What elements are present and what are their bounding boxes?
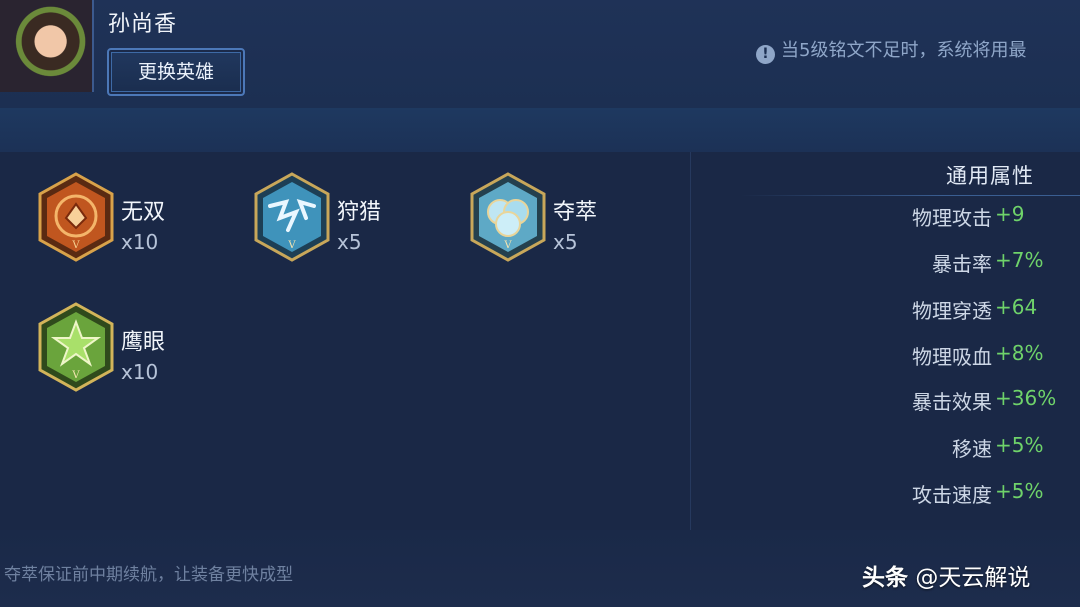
rune-name: 夺萃	[553, 200, 598, 225]
rune-tip: 夺萃保证前中期续航，让装备更快成型	[4, 565, 293, 585]
rune-name: 狩猎	[337, 200, 382, 225]
watermark-brand: 头条	[862, 565, 908, 591]
notice-text: 当5级铭文不足时，系统将用最	[781, 40, 1027, 61]
svg-text:V: V	[503, 240, 512, 251]
attribute-label: 物理穿透	[912, 299, 992, 323]
rune-count: x10	[121, 230, 159, 254]
svg-text:V: V	[71, 370, 80, 381]
attribute-value: +36%	[995, 386, 1057, 410]
attribute-row: 攻击速度 +5%	[780, 479, 1080, 509]
rune-item[interactable]: V 无双 x10	[36, 172, 236, 272]
attribute-row: 暴击率 +7%	[780, 248, 1080, 278]
attribute-value: +7%	[995, 248, 1044, 272]
attribute-label: 暴击率	[932, 252, 992, 276]
attributes-title: 通用属性	[946, 164, 1034, 188]
duocui-rune-icon: V	[470, 172, 546, 262]
attribute-label: 攻击速度	[912, 483, 992, 507]
watermark: 头条 @天云解说	[862, 558, 1030, 592]
rune-count: x5	[553, 230, 578, 254]
attribute-row: 物理穿透 +64	[780, 295, 1080, 325]
attributes-divider	[740, 195, 1080, 196]
attribute-value: +5%	[995, 433, 1044, 457]
info-icon: !	[756, 45, 775, 64]
attribute-row: 物理吸血 +8%	[780, 341, 1080, 371]
rune-count: x10	[121, 360, 159, 384]
attribute-row: 移速 +5%	[780, 433, 1080, 463]
rune-name: 无双	[121, 200, 166, 225]
svg-text:V: V	[287, 240, 296, 251]
change-hero-button[interactable]: 更换英雄	[107, 48, 245, 96]
attribute-label: 暴击效果	[912, 390, 992, 414]
attribute-label: 物理攻击	[912, 206, 992, 230]
attribute-label: 物理吸血	[912, 345, 992, 369]
header-band	[0, 108, 1080, 152]
rune-item[interactable]: V 鹰眼 x10	[36, 302, 236, 402]
svg-text:V: V	[71, 240, 80, 251]
attribute-value: +9	[995, 202, 1025, 226]
notice-banner: ! 当5级铭文不足时，系统将用最	[756, 36, 1080, 64]
attribute-row: 暴击效果 +36%	[780, 386, 1080, 416]
rune-item[interactable]: V 狩猎 x5	[252, 172, 452, 272]
attribute-value: +5%	[995, 479, 1044, 503]
shoulie-rune-icon: V	[254, 172, 330, 262]
attribute-label: 移速	[952, 437, 992, 461]
rune-name: 鹰眼	[121, 330, 166, 355]
hero-name: 孙尚香	[108, 12, 178, 37]
rune-item[interactable]: V 夺萃 x5	[468, 172, 668, 272]
attribute-value: +8%	[995, 341, 1044, 365]
attribute-value: +64	[995, 295, 1038, 319]
watermark-author: @天云解说	[915, 565, 1031, 591]
rune-count: x5	[337, 230, 362, 254]
hero-avatar[interactable]	[0, 0, 94, 92]
wushuang-rune-icon: V	[38, 172, 114, 262]
attribute-row: 物理攻击 +9	[780, 202, 1080, 232]
yingyan-rune-icon: V	[38, 302, 114, 392]
